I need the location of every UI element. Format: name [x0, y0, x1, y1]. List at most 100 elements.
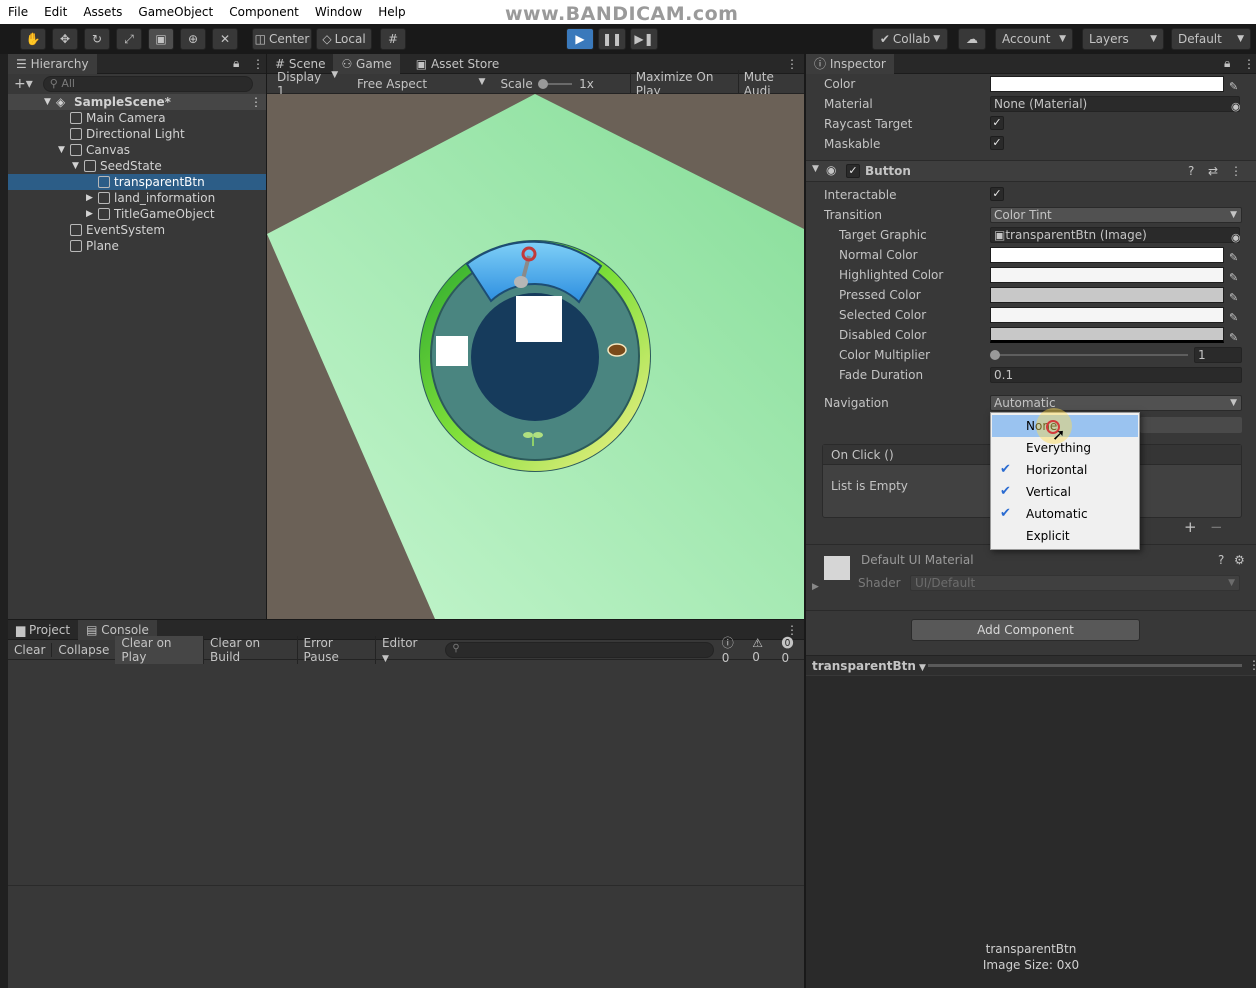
grid-snap-icon[interactable]: # [380, 28, 406, 50]
list-item-selected[interactable]: transparentBtn [8, 174, 266, 190]
shader-dropdown[interactable]: UI/Default ▼ [910, 575, 1240, 591]
pivot-center-button[interactable]: ◫ Center [252, 28, 312, 50]
kebab-menu-icon[interactable]: ⋮ [1248, 658, 1256, 672]
kebab-menu-icon[interactable]: ⋮ [250, 94, 262, 110]
collab-dropdown[interactable]: ✔ Collab ▼ [872, 28, 948, 50]
eyedropper-icon[interactable]: ✎ [1229, 288, 1241, 304]
rect-tool-icon[interactable]: ▣ [148, 28, 174, 50]
console-search-input[interactable]: ⚲ [445, 641, 714, 658]
selected-color-field[interactable] [990, 307, 1224, 323]
add-icon[interactable]: +▾ [14, 76, 33, 92]
collapse-toggle[interactable]: Collapse [51, 642, 115, 657]
multiplier-field[interactable]: 1 [1194, 347, 1242, 363]
pressed-color-field[interactable] [990, 287, 1224, 303]
account-dropdown[interactable]: Account ▼ [995, 28, 1073, 50]
clear-button[interactable]: Clear [8, 643, 51, 657]
lock-icon[interactable]: 🔒︎ [233, 56, 239, 71]
menu-component[interactable]: Component [221, 0, 307, 24]
scene-row[interactable]: ▼ ◈ SampleScene* ⋮ [8, 94, 266, 110]
add-component-button[interactable]: Add Component [911, 619, 1140, 641]
color-field[interactable] [990, 76, 1224, 92]
list-item[interactable]: ▶ TitleGameObject [8, 206, 266, 222]
log-count-toggle[interactable]: ⓘ 0 [722, 634, 744, 665]
eyedropper-icon[interactable]: ✎ [1229, 328, 1241, 344]
hand-tool-icon[interactable]: ✋ [20, 28, 46, 50]
error-count-toggle[interactable]: ⓿ 0 [782, 634, 804, 665]
menu-file[interactable]: File [0, 0, 36, 24]
interactable-checkbox[interactable]: ✓ [990, 187, 1004, 201]
maskable-checkbox[interactable]: ✓ [990, 136, 1004, 150]
button-component-header[interactable]: ▼ ◉ ✓ Button ? ⇄ ⋮ [806, 160, 1256, 182]
scale-slider[interactable] [537, 74, 574, 94]
kebab-menu-icon[interactable]: ⋮ [1230, 164, 1242, 178]
object-picker-icon[interactable]: ◉ [1231, 228, 1243, 244]
layout-dropdown[interactable]: Default ▼ [1171, 28, 1251, 50]
step-button[interactable]: ▶❚ [630, 28, 658, 50]
clear-on-build-toggle[interactable]: Clear on Build [203, 635, 297, 664]
pause-button[interactable]: ❚❚ [598, 28, 626, 50]
clear-on-play-toggle[interactable]: Clear on Play [115, 635, 204, 664]
help-icon[interactable]: ? [1188, 164, 1194, 178]
lock-icon[interactable]: 🔒︎ [1224, 56, 1230, 71]
nav-option-explicit[interactable]: Explicit [992, 525, 1138, 547]
add-event-icon[interactable]: + [1184, 518, 1197, 536]
normal-color-field[interactable] [990, 247, 1224, 263]
eyedropper-icon[interactable]: ✎ [1229, 77, 1241, 93]
slider-thumb[interactable] [537, 78, 548, 89]
transition-dropdown[interactable]: Color Tint ▼ [990, 207, 1242, 223]
button-enabled-checkbox[interactable]: ✓ [846, 164, 860, 178]
remove-event-icon[interactable]: − [1210, 518, 1223, 536]
list-item[interactable]: Plane [8, 238, 266, 254]
cloud-icon[interactable]: ☁ [958, 28, 986, 50]
multiplier-slider-thumb[interactable] [990, 350, 1000, 360]
nav-option-vertical[interactable]: ✔ Vertical [992, 481, 1138, 503]
play-button[interactable]: ▶ [566, 28, 594, 50]
eyedropper-icon[interactable]: ✎ [1229, 308, 1241, 324]
console-splitter[interactable] [8, 885, 804, 886]
list-item[interactable]: Directional Light [8, 126, 266, 142]
eyedropper-icon[interactable]: ✎ [1229, 268, 1241, 284]
rotate-tool-icon[interactable]: ↻ [84, 28, 110, 50]
preset-icon[interactable]: ⇄ [1208, 164, 1218, 178]
layers-dropdown[interactable]: Layers ▼ [1082, 28, 1164, 50]
aspect-dropdown[interactable]: Free Aspect ▼ [347, 77, 495, 91]
warning-count-toggle[interactable]: ⚠ 0 [752, 636, 773, 664]
preview-resize-handle[interactable] [928, 664, 1242, 667]
list-item[interactable]: ▶ land_information [8, 190, 266, 206]
kebab-menu-icon[interactable]: ⋮ [786, 57, 798, 71]
menu-gameobject[interactable]: GameObject [130, 0, 221, 24]
raycast-checkbox[interactable]: ✓ [990, 116, 1004, 130]
navigation-dropdown[interactable]: Automatic ▼ [990, 395, 1242, 411]
hierarchy-search-input[interactable]: ⚲ All [42, 76, 253, 92]
tab-hierarchy[interactable]: ☰ Hierarchy [8, 53, 97, 74]
highlighted-color-field[interactable] [990, 267, 1224, 283]
editor-dropdown[interactable]: Editor ▼ [374, 635, 431, 664]
gear-icon[interactable]: ⚙ [1234, 553, 1245, 567]
fade-duration-field[interactable]: 0.1 [990, 367, 1242, 383]
material-field[interactable]: None (Material) [990, 96, 1240, 112]
target-graphic-field[interactable]: ▣transparentBtn (Image) [990, 227, 1240, 243]
disabled-color-field[interactable] [990, 327, 1224, 343]
menu-window[interactable]: Window [307, 0, 370, 24]
menu-edit[interactable]: Edit [36, 0, 75, 24]
tab-project[interactable]: ▆ Project [8, 620, 78, 640]
nav-option-automatic[interactable]: ✔ Automatic [992, 503, 1138, 525]
menu-help[interactable]: Help [370, 0, 413, 24]
object-picker-icon[interactable]: ◉ [1231, 97, 1243, 113]
error-pause-toggle[interactable]: Error Pause [296, 635, 375, 664]
tab-asset-store[interactable]: ▣ Asset Store [408, 54, 508, 74]
multiplier-slider-track[interactable] [992, 354, 1188, 356]
menu-assets[interactable]: Assets [75, 0, 130, 24]
list-item[interactable]: Main Camera [8, 110, 266, 126]
move-tool-icon[interactable]: ✥ [52, 28, 78, 50]
nav-option-horizontal[interactable]: ✔ Horizontal [992, 459, 1138, 481]
kebab-menu-icon[interactable]: ⋮ [252, 57, 264, 71]
eyedropper-icon[interactable]: ✎ [1229, 248, 1241, 264]
kebab-menu-icon[interactable]: ⋮ [1243, 57, 1255, 71]
custom-tool-icon[interactable]: ✕ [212, 28, 238, 50]
tab-inspector[interactable]: ⓘ Inspector [806, 53, 894, 74]
scale-tool-icon[interactable]: ⤢ [116, 28, 142, 50]
list-item[interactable]: EventSystem [8, 222, 266, 238]
list-item[interactable]: ▼ Canvas [8, 142, 266, 158]
game-canvas[interactable] [267, 94, 804, 619]
